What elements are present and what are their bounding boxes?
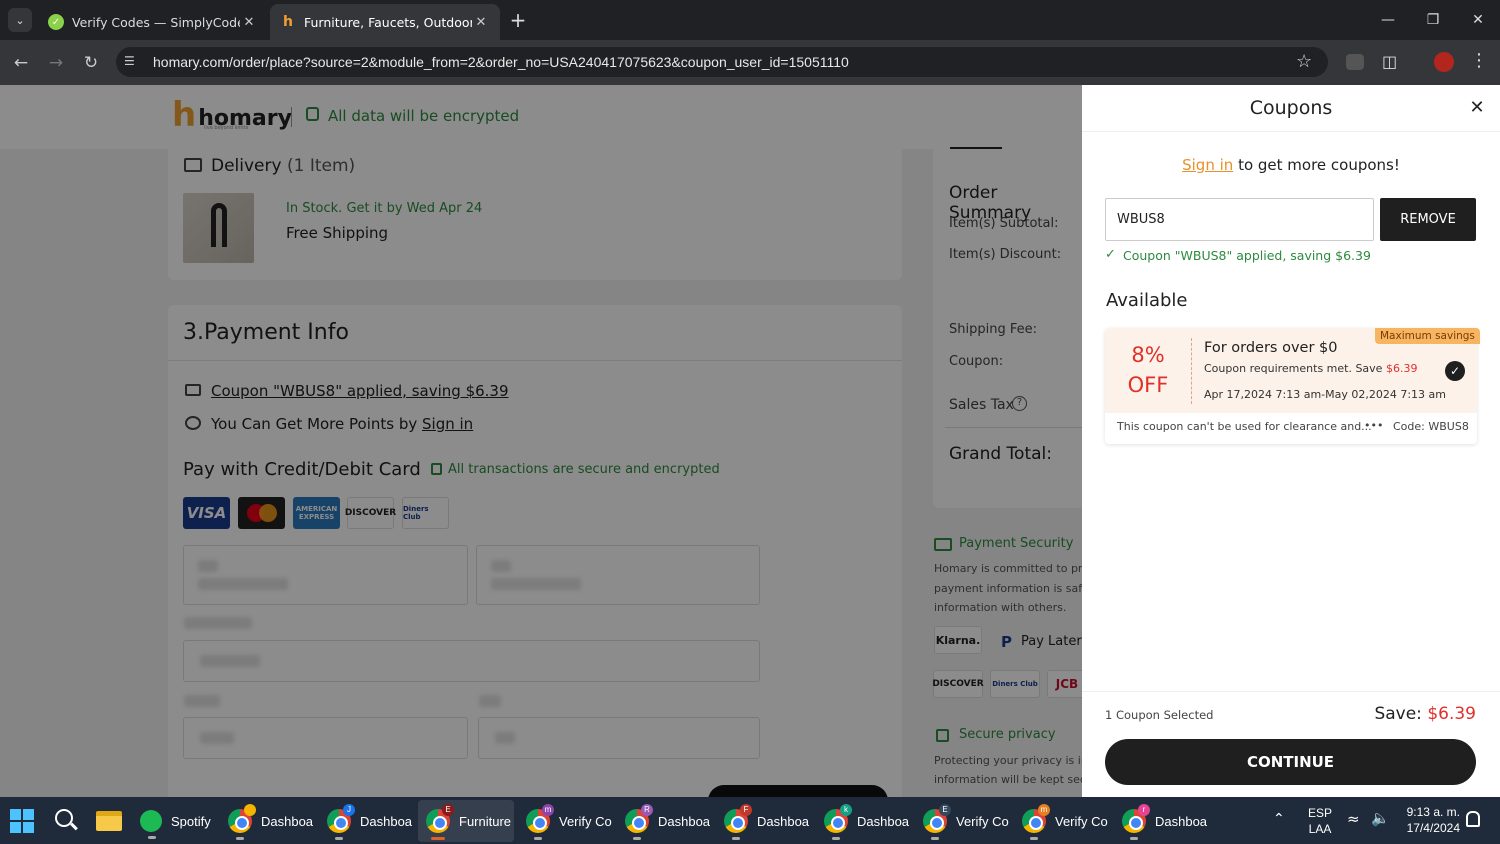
- clock-date: 17/4/2024: [1406, 821, 1460, 835]
- drawer-footer-divider: [1082, 691, 1500, 692]
- tab-title: Verify Codes — SimplyCodes: [72, 14, 240, 30]
- taskbar-chrome-6[interactable]: F Dashboa: [724, 800, 809, 842]
- coupons-title: Coupons: [1249, 97, 1333, 119]
- tab-verify-codes[interactable]: ✓ Verify Codes — SimplyCodes ✕: [38, 4, 268, 40]
- chrome-icon: E: [923, 804, 951, 840]
- language-indicator[interactable]: ESP LAA: [1300, 805, 1340, 837]
- new-tab-icon[interactable]: +: [506, 8, 530, 32]
- clock-time: 9:13 a. m.: [1406, 805, 1460, 819]
- coupon-code-label: Code: WBUS8: [1393, 420, 1469, 433]
- simplycodes-favicon-icon: ✓: [48, 14, 64, 30]
- forward-icon[interactable]: →: [43, 50, 69, 76]
- drawer-signin-link[interactable]: Sign in: [1182, 156, 1233, 174]
- clock[interactable]: 9:13 a. m. 17/4/2024: [1394, 804, 1460, 836]
- taskbar-chrome-7[interactable]: k Dashboa: [824, 800, 909, 842]
- close-tab-icon[interactable]: ✕: [472, 15, 490, 30]
- show-hidden-icons-icon[interactable]: ⌃: [1273, 811, 1285, 827]
- coupon-note: This coupon can't be used for clearance …: [1117, 420, 1372, 433]
- wifi-icon[interactable]: ≈: [1347, 810, 1360, 828]
- site-info-icon[interactable]: ☰: [124, 54, 140, 70]
- restore-icon[interactable]: ❐: [1410, 0, 1456, 40]
- taskbar-chrome-1[interactable]: Dashboa: [228, 800, 313, 842]
- extensions-icon[interactable]: ◫: [1382, 52, 1397, 71]
- coupon-selected-check-icon[interactable]: ✓: [1445, 361, 1465, 381]
- taskbar-spotify[interactable]: Spotify: [140, 800, 211, 842]
- coupon-percent: 8%: [1131, 343, 1165, 367]
- chrome-icon: R: [625, 804, 653, 840]
- coupon-requirement: Coupon requirements met. Save $6.39: [1204, 362, 1418, 375]
- taskbar-chrome-2[interactable]: J Dashboa: [327, 800, 412, 842]
- spotify-icon: [140, 810, 162, 839]
- profile-avatar[interactable]: [1434, 52, 1454, 72]
- coupon-title: For orders over $0: [1204, 340, 1338, 356]
- chrome-icon: m: [526, 804, 554, 840]
- chrome-icon: k: [824, 804, 852, 840]
- save-summary: Save: $6.39: [1374, 704, 1476, 724]
- continue-button[interactable]: CONTINUE: [1105, 739, 1476, 785]
- drawer-header-divider: [1082, 131, 1500, 132]
- browser-menu-icon[interactable]: ⋮: [1470, 50, 1488, 71]
- applied-check-icon: ✓: [1105, 247, 1116, 262]
- taskbar-chrome-9[interactable]: m Verify Co: [1022, 800, 1108, 842]
- chrome-icon: r: [1122, 804, 1150, 840]
- homary-favicon-icon: h: [283, 14, 293, 30]
- url-text[interactable]: homary.com/order/place?source=2&module_f…: [153, 54, 849, 70]
- close-window-icon[interactable]: ✕: [1455, 0, 1500, 40]
- taskbar-chrome-10[interactable]: r Dashboa: [1122, 800, 1207, 842]
- applied-message: Coupon "WBUS8" applied, saving $6.39: [1123, 248, 1371, 263]
- file-explorer-icon[interactable]: [96, 811, 122, 831]
- tab-search-button[interactable]: ⌄: [8, 8, 32, 32]
- back-icon[interactable]: ←: [8, 50, 34, 76]
- tab-title: Furniture, Faucets, Outdoor, Lig: [304, 14, 472, 30]
- taskbar-chrome-8[interactable]: E Verify Co: [923, 800, 1009, 842]
- available-title: Available: [1106, 290, 1188, 311]
- tab-furniture[interactable]: h Furniture, Faucets, Outdoor, Lig ✕: [270, 4, 500, 40]
- volume-icon[interactable]: 🔈: [1371, 809, 1390, 827]
- modal-overlay[interactable]: [0, 85, 1082, 797]
- minimize-icon[interactable]: —: [1365, 0, 1411, 40]
- taskbar-chrome-3[interactable]: E Furniture: [426, 800, 511, 842]
- close-drawer-icon[interactable]: ✕: [1467, 97, 1487, 119]
- extension-puzzle-icon[interactable]: [1346, 54, 1364, 70]
- reload-icon[interactable]: ↻: [78, 50, 104, 76]
- signin-prompt: Sign in to get more coupons!: [1182, 156, 1400, 174]
- chrome-icon: J: [327, 804, 355, 840]
- coupon-more-icon[interactable]: •••: [1364, 419, 1383, 432]
- taskbar-chrome-4[interactable]: m Verify Co: [526, 800, 612, 842]
- coupon-code-input[interactable]: [1105, 198, 1374, 241]
- windows-start-icon[interactable]: [10, 809, 34, 833]
- coupons-drawer: Coupons ✕ Sign in to get more coupons! R…: [1082, 85, 1500, 797]
- chrome-icon: m: [1022, 804, 1050, 840]
- chrome-icon: [228, 804, 256, 840]
- coupon-dashed-divider: [1191, 338, 1192, 404]
- coupon-dates: Apr 17,2024 7:13 am-May 02,2024 7:13 am: [1204, 388, 1447, 401]
- taskbar-chrome-5[interactable]: R Dashboa: [625, 800, 710, 842]
- remove-coupon-button[interactable]: REMOVE: [1380, 198, 1476, 241]
- chrome-icon: E: [426, 804, 454, 840]
- close-tab-icon[interactable]: ✕: [240, 15, 258, 30]
- bookmark-star-icon[interactable]: ☆: [1296, 51, 1312, 72]
- coupon-off: OFF: [1127, 373, 1169, 397]
- chrome-icon: F: [724, 804, 752, 840]
- notification-bell-icon[interactable]: [1466, 811, 1480, 827]
- maximum-savings-badge: Maximum savings: [1375, 328, 1480, 344]
- coupon-selected-count: 1 Coupon Selected: [1105, 708, 1214, 722]
